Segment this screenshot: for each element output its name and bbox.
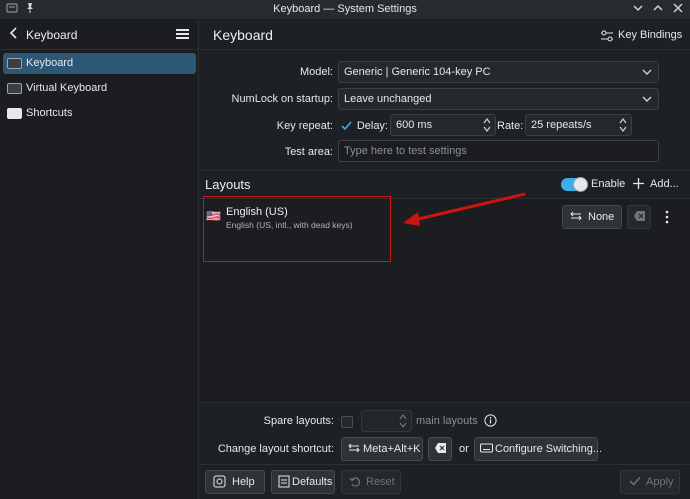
apply-label: Apply: [646, 476, 674, 488]
numlock-label: NumLock on startup:: [231, 93, 334, 105]
change-shortcut-label: Change layout shortcut:: [217, 443, 334, 455]
info-icon[interactable]: [484, 414, 497, 430]
test-area-placeholder: Type here to test settings: [344, 145, 467, 157]
numlock-combobox[interactable]: Leave unchanged: [338, 88, 659, 110]
plus-icon: [632, 177, 645, 193]
enable-label: Enable: [591, 178, 626, 190]
document-icon: [278, 475, 290, 491]
help-button[interactable]: Help: [205, 470, 265, 494]
delay-spinbox[interactable]: 600 ms: [390, 114, 496, 136]
key-repeat-checkbox[interactable]: [340, 119, 353, 132]
spin-arrows-icon[interactable]: [619, 116, 627, 137]
keyboard-icon: [7, 58, 22, 69]
chevron-down-icon: [642, 92, 652, 109]
annotation-arrow-icon: [403, 192, 526, 226]
sidebar-item-shortcuts[interactable]: Shortcuts: [3, 103, 196, 124]
back-arrow-icon[interactable]: [8, 26, 18, 43]
sliders-icon: [600, 29, 614, 46]
more-options-icon[interactable]: [664, 209, 670, 225]
shortcut-value: Meta+Alt+K: [363, 443, 421, 455]
spare-layouts-spinbox[interactable]: [361, 410, 412, 432]
defaults-button[interactable]: Defaults: [271, 470, 335, 494]
reset-label: Reset: [366, 476, 395, 488]
delay-value: 600 ms: [396, 119, 433, 131]
layouts-section-title: Layouts: [205, 177, 251, 192]
rate-value: 25 repeats/s: [531, 119, 592, 131]
test-area-input[interactable]: Type here to test settings: [338, 140, 659, 162]
backspace-icon: [633, 210, 646, 225]
sidebar-header: Keyboard: [0, 21, 199, 50]
shortcut-label: None: [588, 211, 615, 223]
shortcuts-icon: [7, 108, 22, 119]
page-title: Keyboard: [213, 27, 273, 43]
undo-icon: [349, 475, 361, 490]
model-combobox[interactable]: Generic | Generic 104-key PC: [338, 61, 659, 83]
clear-shortcut-button[interactable]: [627, 205, 651, 229]
window-titlebar: Keyboard — System Settings: [0, 0, 690, 20]
sidebar-title: Keyboard: [26, 28, 78, 42]
close-icon[interactable]: [670, 2, 686, 18]
numlock-value: Leave unchanged: [344, 93, 432, 105]
help-label: Help: [232, 476, 255, 488]
window-title: Keyboard — System Settings: [273, 3, 417, 15]
change-shortcut-button[interactable]: Meta+Alt+K: [341, 437, 423, 461]
layout-shortcut-button[interactable]: None: [562, 205, 622, 229]
section-divider: [200, 170, 690, 171]
virtual-keyboard-icon: [7, 83, 22, 94]
sidebar-item-label: Shortcuts: [26, 107, 73, 119]
rate-spinbox[interactable]: 25 repeats/s: [525, 114, 632, 136]
chevron-up-icon[interactable]: [650, 2, 666, 18]
configure-switching-button[interactable]: Configure Switching...: [474, 437, 602, 461]
spare-layouts-checkbox[interactable]: [341, 416, 353, 428]
keyboard-icon: [480, 442, 493, 457]
hamburger-menu-icon[interactable]: [176, 29, 189, 40]
main-layouts-label: main layouts: [416, 415, 478, 427]
help-icon: [213, 475, 226, 491]
checkmark-icon: [629, 475, 641, 490]
sidebar-item-virtual-keyboard[interactable]: Virtual Keyboard: [3, 78, 196, 99]
model-value: Generic | Generic 104-key PC: [344, 66, 491, 78]
configure-switching-label: Configure Switching...: [495, 443, 602, 455]
highlight-box: [203, 196, 391, 262]
clear-layout-shortcut-button[interactable]: [428, 437, 452, 461]
spin-arrows-icon[interactable]: [399, 412, 407, 433]
reset-button[interactable]: Reset: [341, 470, 401, 494]
or-label: or: [459, 443, 469, 455]
model-label: Model:: [299, 66, 333, 78]
sidebar-item-label: Keyboard: [26, 57, 74, 69]
enable-toggle-switch[interactable]: [561, 177, 588, 192]
key-repeat-label: Key repeat:: [276, 120, 333, 132]
delay-label: Delay:: [356, 120, 388, 132]
apply-button[interactable]: Apply: [620, 470, 680, 494]
chevron-down-icon: [642, 65, 652, 82]
spare-layouts-label: Spare layouts:: [263, 415, 334, 427]
sliders-icon: [570, 210, 582, 225]
add-label: Add...: [650, 178, 679, 190]
key-bindings-label: Key Bindings: [618, 29, 683, 41]
rate-label: Rate:: [497, 120, 524, 132]
chevron-down-icon[interactable]: [630, 2, 646, 18]
test-area-label: Test area:: [284, 146, 333, 158]
footer-divider: [200, 464, 690, 465]
sidebar-item-label: Virtual Keyboard: [26, 82, 108, 94]
main-header: Keyboard: [200, 21, 690, 50]
sidebar-item-keyboard[interactable]: Keyboard: [3, 53, 196, 74]
spin-arrows-icon[interactable]: [483, 116, 491, 137]
sliders-icon: [348, 442, 360, 457]
backspace-icon: [434, 442, 447, 457]
defaults-label: Defaults: [292, 476, 333, 488]
